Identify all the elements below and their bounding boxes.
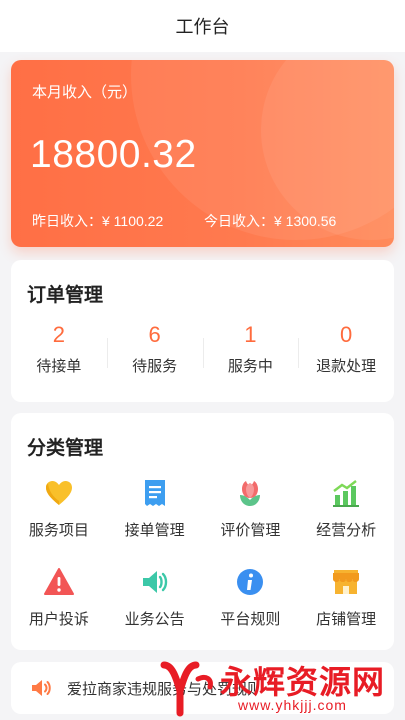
category-label: 用户投诉 — [28, 611, 89, 628]
category-label: 接单管理 — [124, 522, 185, 539]
order-stat-count: 2 — [52, 322, 65, 347]
category-label: 经营分析 — [316, 522, 377, 539]
today-income: 今日收入：¥ 1300.56 — [204, 213, 337, 229]
order-stat-in-service[interactable]: 1 服务中 — [202, 318, 299, 388]
category-reviews[interactable]: 评价管理 — [203, 477, 299, 540]
watermark: 永辉资源网 www.yhkjjj.com — [158, 655, 398, 719]
category-platform-rules[interactable]: 平台规则 — [203, 566, 299, 629]
monthly-income-label: 本月收入（元） — [32, 84, 138, 101]
order-stat-label: 待服务 — [132, 358, 178, 375]
category-complaints[interactable]: 用户投诉 — [11, 566, 107, 629]
yesterday-income: 昨日收入：¥ 1100.22 — [32, 213, 164, 229]
category-business-analysis[interactable]: 经营分析 — [298, 477, 394, 540]
order-management-card: 订单管理 2 待接单 6 待服务 1 服务中 0 退款处理 — [11, 260, 394, 402]
category-label: 服务项目 — [28, 522, 89, 539]
category-management-card: 分类管理 服务项目 接单管理 评价管理 经营分析 用户投诉 业务公告 平台规则 … — [11, 413, 394, 650]
category-label: 评价管理 — [220, 522, 281, 539]
category-service-items[interactable]: 服务项目 — [11, 477, 107, 540]
receipt-icon — [144, 480, 165, 506]
top-bar: 工作台 — [0, 0, 405, 52]
watermark-logo — [160, 661, 213, 717]
monthly-income-amount: 18800.32 — [30, 133, 197, 176]
bar-chart-icon — [333, 480, 360, 507]
category-store-management[interactable]: 店铺管理 — [298, 566, 394, 629]
heart-icon — [45, 481, 72, 505]
order-stat-count: 6 — [148, 322, 161, 347]
warning-icon — [43, 568, 74, 595]
order-stat-to-serve[interactable]: 6 待服务 — [106, 318, 203, 388]
page-title: 工作台 — [175, 17, 230, 37]
order-management-title: 订单管理 — [27, 285, 104, 306]
order-stat-label: 退款处理 — [316, 358, 377, 375]
speaker-icon — [32, 680, 51, 696]
order-stat-label: 待接单 — [36, 358, 82, 375]
category-management-title: 分类管理 — [27, 438, 104, 459]
order-stat-pending[interactable]: 2 待接单 — [11, 318, 107, 388]
store-icon — [333, 570, 360, 594]
order-stat-count: 0 — [340, 322, 353, 347]
category-announcements[interactable]: 业务公告 — [107, 566, 203, 629]
category-label: 平台规则 — [220, 611, 281, 628]
speaker-icon — [142, 571, 167, 593]
order-stat-refund[interactable]: 0 退款处理 — [298, 318, 394, 388]
income-card[interactable]: 本月收入（元） 18800.32 昨日收入：¥ 1100.22 今日收入：¥ 1… — [11, 60, 394, 247]
info-icon — [237, 569, 264, 595]
order-stat-label: 服务中 — [227, 358, 273, 375]
order-stat-count: 1 — [244, 322, 257, 347]
category-order-taking[interactable]: 接单管理 — [107, 477, 203, 540]
category-label: 店铺管理 — [316, 611, 377, 628]
flower-icon — [240, 481, 261, 506]
category-label: 业务公告 — [124, 611, 185, 628]
watermark-url: www.yhkjjj.com — [238, 697, 347, 713]
